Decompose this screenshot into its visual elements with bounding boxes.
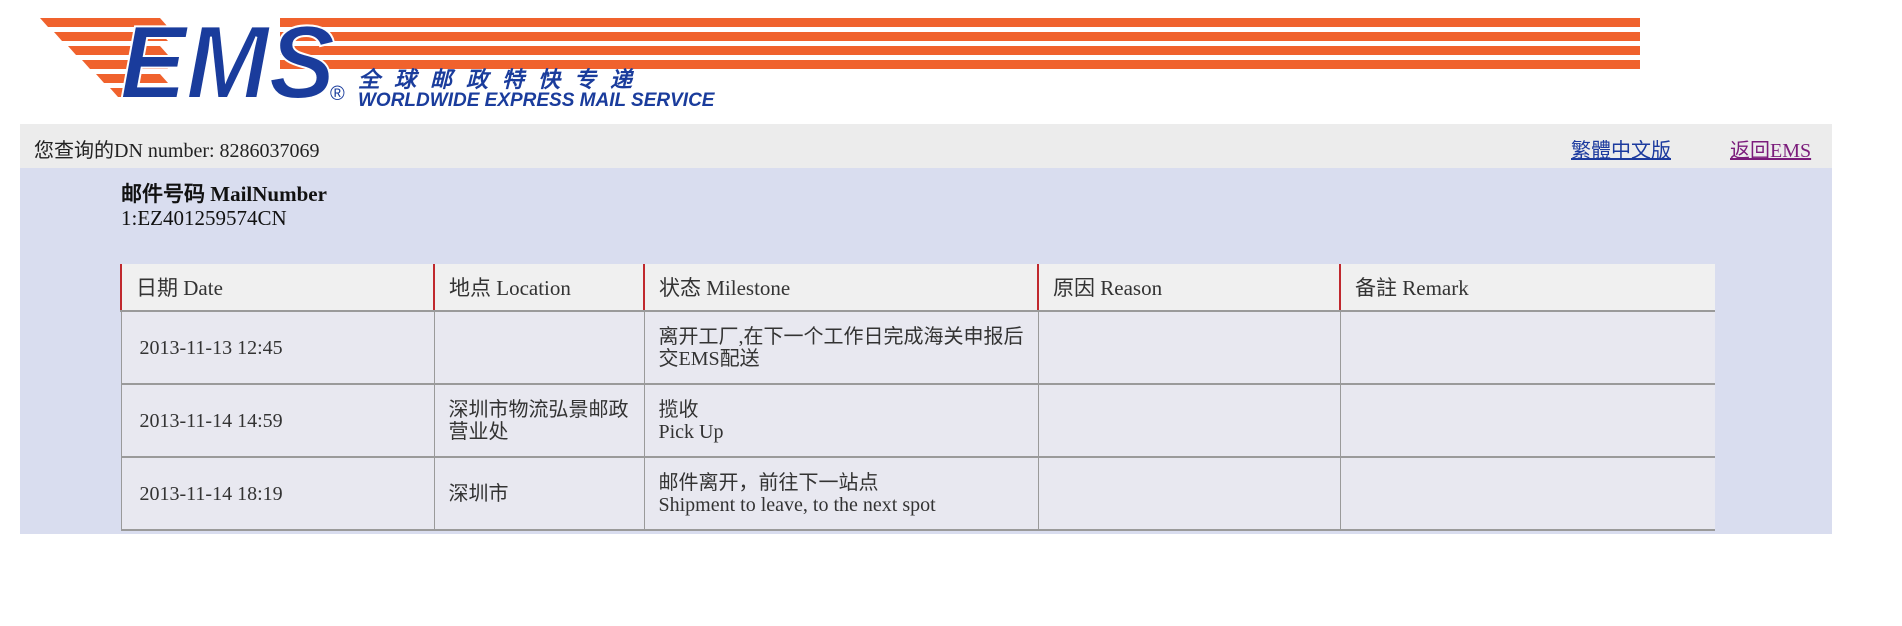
table-header-row: 日期 Date 地点 Location 状态 Milestone 原因 Reas… xyxy=(120,264,1715,312)
cell-reason xyxy=(1037,457,1340,531)
mail-number-value: 1:EZ401259574CN xyxy=(121,206,287,230)
logo-ems-text: EMS xyxy=(120,10,335,110)
cell-reason xyxy=(1037,311,1340,385)
table-row: 2013-11-14 14:59 深圳市物流弘景邮政营业处 揽收 Pick Up xyxy=(120,384,1715,458)
mail-number-label: 邮件号码 MailNumber xyxy=(121,182,327,206)
header: EMS ® 全球邮政特快专递 WORLDWIDE EXPRESS MAIL SE… xyxy=(0,0,1902,124)
milestone-cn: 离开工厂,在下一个工作日完成海关申报后交EMS配送 xyxy=(658,325,1024,370)
milestone-cn: 揽收 xyxy=(658,398,699,421)
query-dn-number: 您查询的DN number: 8286037069 xyxy=(34,140,320,162)
tracking-panel: 邮件号码 MailNumber 1:EZ401259574CN 日期 Date … xyxy=(20,168,1832,534)
cell-milestone: 揽收 Pick Up xyxy=(643,384,1038,458)
cell-location xyxy=(433,311,644,385)
cell-location: 深圳市 xyxy=(433,457,644,531)
cell-milestone: 邮件离开，前往下一站点 Shipment to leave, to the ne… xyxy=(643,457,1038,531)
milestone-cn: 邮件离开，前往下一站点 xyxy=(658,471,879,494)
column-header-milestone: 状态 Milestone xyxy=(643,264,1038,312)
cell-date: 2013-11-13 12:45 xyxy=(120,311,434,385)
column-header-remark: 备註 Remark xyxy=(1339,264,1715,312)
cell-reason xyxy=(1037,384,1340,458)
back-to-ems-link[interactable]: 返回EMS xyxy=(1730,134,1811,163)
cell-remark xyxy=(1339,311,1715,385)
column-header-reason: 原因 Reason xyxy=(1037,264,1340,312)
cell-remark xyxy=(1339,457,1715,531)
column-header-date: 日期 Date xyxy=(120,264,434,312)
table-row: 2013-11-14 18:19 深圳市 邮件离开，前往下一站点 Shipmen… xyxy=(120,457,1715,531)
tracking-table: 日期 Date 地点 Location 状态 Milestone 原因 Reas… xyxy=(120,264,1715,531)
cell-remark xyxy=(1339,384,1715,458)
ems-logo: EMS ® xyxy=(40,10,1640,110)
cell-location: 深圳市物流弘景邮政营业处 xyxy=(433,384,644,458)
logo-registered-mark: ® xyxy=(330,83,345,105)
cell-date: 2013-11-14 14:59 xyxy=(120,384,434,458)
cell-date: 2013-11-14 18:19 xyxy=(120,457,434,531)
milestone-en: Pick Up xyxy=(658,420,724,443)
table-row: 2013-11-13 12:45 离开工厂,在下一个工作日完成海关申报后交EMS… xyxy=(120,311,1715,385)
traditional-chinese-link[interactable]: 繁體中文版 xyxy=(1571,134,1671,163)
column-header-location: 地点 Location xyxy=(433,264,644,312)
logo-tagline-en: WORLDWIDE EXPRESS MAIL SERVICE xyxy=(358,90,715,111)
milestone-en: Shipment to leave, to the next spot xyxy=(658,493,936,516)
query-bar: 您查询的DN number: 8286037069 繁體中文版 返回EMS xyxy=(20,124,1832,168)
cell-milestone: 离开工厂,在下一个工作日完成海关申报后交EMS配送 xyxy=(643,311,1038,385)
